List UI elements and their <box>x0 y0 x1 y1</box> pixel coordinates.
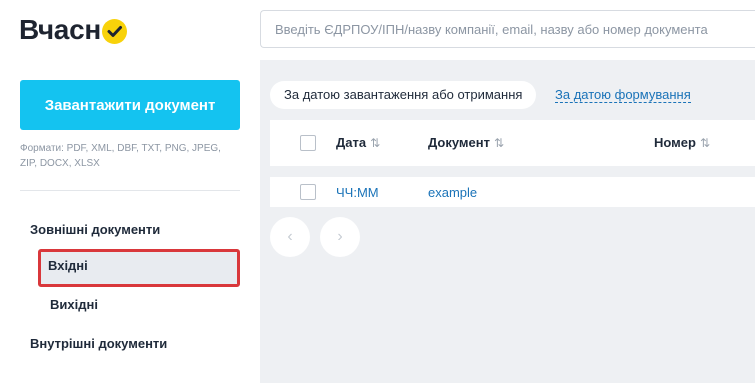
sort-icon: ⇅ <box>370 136 381 150</box>
sort-by-creation-date-link[interactable]: За датою формування <box>555 81 691 103</box>
logo-check-icon <box>101 18 127 44</box>
top-header: Вчасн <box>0 0 755 60</box>
row-checkbox[interactable] <box>300 184 316 200</box>
table-row[interactable]: ЧЧ:ММ example <box>270 177 755 207</box>
search-box <box>260 10 755 48</box>
sidebar-item-internal-documents[interactable]: Внутрішні документи <box>30 336 167 351</box>
sort-icon: ⇅ <box>699 136 711 150</box>
supported-formats-note: Формати: PDF, XML, DBF, TXT, PNG, JPEG, … <box>20 143 221 169</box>
column-header-document[interactable]: Документ ⇅ <box>428 135 504 150</box>
logo[interactable]: Вчасн <box>19 12 127 48</box>
search-input[interactable] <box>261 11 755 47</box>
column-header-document-label: Документ <box>428 135 490 150</box>
pagination-next-button[interactable]: › <box>320 217 360 257</box>
logo-text: Вчасн <box>19 14 101 45</box>
column-header-number-label: Номер <box>654 135 696 150</box>
pagination-prev-button[interactable]: ‹ <box>270 217 310 257</box>
table-header: Дата ⇅ Документ ⇅ Номер ⇅ <box>270 120 755 166</box>
row-date[interactable]: ЧЧ:ММ <box>336 185 379 200</box>
select-all-checkbox[interactable] <box>300 135 316 151</box>
upload-document-button[interactable]: Завантажити документ <box>20 80 240 130</box>
sort-by-upload-date-button[interactable]: За датою завантаження або отримання <box>270 81 537 109</box>
sidebar-item-incoming[interactable]: Вхідні <box>38 249 240 287</box>
sidebar-item-outgoing[interactable]: Вихідні <box>40 288 238 322</box>
row-document-title[interactable]: example <box>428 185 477 200</box>
sort-icon: ⇅ <box>494 136 505 150</box>
column-header-date[interactable]: Дата ⇅ <box>336 135 380 150</box>
sidebar-item-external-documents[interactable]: Зовнішні документи <box>30 222 160 237</box>
sidebar-divider <box>20 190 240 191</box>
sidebar: Завантажити документ Формати: PDF, XML, … <box>0 60 260 383</box>
main-content: За датою завантаження або отримання За д… <box>260 60 755 383</box>
column-header-date-label: Дата <box>336 135 367 150</box>
column-header-number[interactable]: Номер ⇅ <box>654 135 710 150</box>
